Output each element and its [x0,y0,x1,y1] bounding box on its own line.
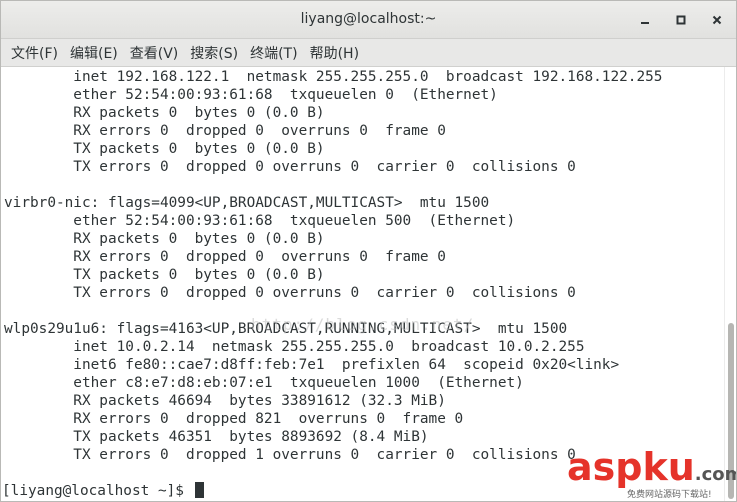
shell-prompt: [liyang@localhost ~]$ [2,483,193,499]
terminal-line: inet 10.0.2.14 netmask 255.255.255.0 bro… [4,339,585,355]
close-button[interactable] [706,9,728,31]
title-bar[interactable]: liyang@localhost:~ [1,1,736,39]
terminal-line: ether 52:54:00:93:61:68 txqueuelen 500 (… [4,213,516,229]
minimize-icon [640,15,650,25]
terminal-line: RX errors 0 dropped 0 overruns 0 frame 0 [4,123,446,139]
site-logo-watermark: aspku.com 免费网站源码下载站! [567,445,736,501]
terminal-line: RX packets 0 bytes 0 (0.0 B) [4,231,325,247]
terminal-window: liyang@localhost:~ 文件(F) 编辑(E) 查看(V) 搜索(… [0,0,737,502]
minimize-button[interactable] [634,9,656,31]
logo-asp: asp [567,445,643,489]
menu-search[interactable]: 搜索(S) [186,43,242,63]
menu-help[interactable]: 帮助(H) [306,43,363,63]
prompt-line[interactable]: [liyang@localhost ~]$ [2,482,204,500]
terminal-output[interactable]: inet 192.168.122.1 netmask 255.255.255.0… [1,67,724,501]
logo-com: .com [694,464,736,485]
terminal-line: inet6 fe80::cae7:d8ff:feb:7e1 prefixlen … [4,357,620,373]
terminal-line: ether 52:54:00:93:61:68 txqueuelen 0 (Et… [4,87,498,103]
window-title: liyang@localhost:~ [300,11,437,27]
terminal-line: RX errors 0 dropped 0 overruns 0 frame 0 [4,249,446,265]
menu-file[interactable]: 文件(F) [7,43,62,63]
logo-subtitle: 免费网站源码下载站! [627,490,712,500]
terminal-line: TX packets 46351 bytes 8893692 (8.4 MiB) [4,429,429,445]
terminal-line: TX errors 0 dropped 1 overruns 0 carrier… [4,447,576,463]
terminal-line: inet 192.168.122.1 netmask 255.255.255.0… [4,69,663,85]
terminal-line: ether c8:e7:d8:eb:07:e1 txqueuelen 1000 … [4,375,524,391]
terminal-line: RX packets 46694 bytes 33891612 (32.3 Mi… [4,393,446,409]
maximize-button[interactable] [670,9,692,31]
menu-edit[interactable]: 编辑(E) [66,43,122,63]
terminal-line: RX errors 0 dropped 821 overruns 0 frame… [4,411,464,427]
maximize-icon [676,15,686,25]
menu-terminal[interactable]: 终端(T) [246,43,301,63]
blog-watermark: http://blog.csdn.net/ [251,315,475,334]
terminal-line: RX packets 0 bytes 0 (0.0 B) [4,105,325,121]
logo-ku: ku [642,445,695,489]
menu-bar: 文件(F) 编辑(E) 查看(V) 搜索(S) 终端(T) 帮助(H) [1,39,736,67]
terminal-line: TX packets 0 bytes 0 (0.0 B) [4,141,325,157]
terminal-line: TX errors 0 dropped 0 overruns 0 carrier… [4,285,576,301]
terminal-line: TX errors 0 dropped 0 overruns 0 carrier… [4,159,576,175]
close-icon [712,15,722,25]
terminal-line: TX packets 0 bytes 0 (0.0 B) [4,267,325,283]
menu-view[interactable]: 查看(V) [126,43,183,63]
vertical-scrollbar[interactable] [724,67,736,501]
terminal-line: virbr0-nic: flags=4099<UP,BROADCAST,MULT… [4,195,490,211]
text-cursor [194,482,204,498]
